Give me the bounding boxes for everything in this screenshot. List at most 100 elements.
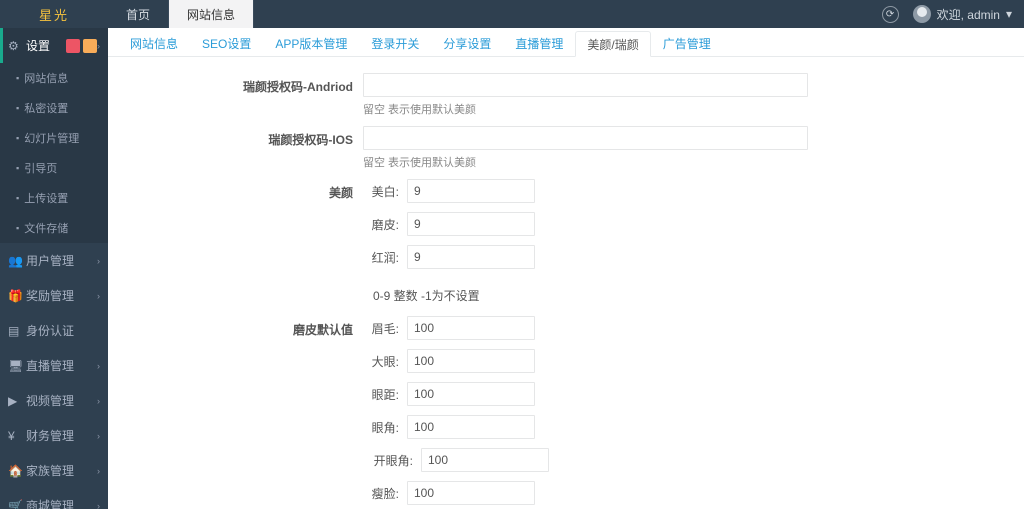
field-open-eye-corner: 开眼角:	[363, 448, 1024, 472]
chevron-right-icon: ›	[97, 501, 100, 509]
label-rosy: 红润:	[363, 249, 407, 266]
smoothing-input[interactable]	[407, 212, 535, 236]
sidebar-subitem-upload-settings[interactable]: ▪ 上传设置	[0, 183, 108, 213]
tab-live-management[interactable]: 直播管理	[503, 31, 575, 56]
main-content: 网站信息 SEO设置 APP版本管理 登录开关 分享设置 直播管理 美颜/瑞颜 …	[108, 28, 1024, 509]
gift-icon: 🎁	[8, 289, 24, 303]
sidebar-item-label-settings: 设置	[26, 37, 64, 54]
label-ios-key: 瑞颜授权码-IOS	[108, 126, 363, 148]
sidebar-subitem-label: 上传设置	[24, 190, 68, 206]
label-eyebrow: 眉毛:	[363, 320, 407, 337]
yuan-icon: ¥	[8, 429, 24, 443]
sidebar-item-family-management[interactable]: 🏠 家族管理 ›	[0, 453, 108, 488]
open-eye-corner-input[interactable]	[421, 448, 549, 472]
field-rosy: 红润:	[363, 245, 1024, 269]
beauty-settings-form: 瑞颜授权码-Andriod 留空 表示使用默认美颜 瑞颜授权码-IOS 留空 表…	[108, 57, 1024, 509]
sidebar-item-label: 用户管理	[26, 252, 97, 269]
sidebar-item-user-management[interactable]: 👥 用户管理 ›	[0, 243, 108, 278]
chevron-right-icon: ›	[97, 291, 100, 301]
app-root: 星光 首页 网站信息 ⟳ 欢迎, admin ▾ ⚙ 设置 › ▪	[0, 0, 1024, 509]
chevron-right-icon: ›	[97, 431, 100, 441]
cart-icon: 🛒	[8, 499, 24, 509]
tab-ad-management[interactable]: 广告管理	[651, 31, 723, 56]
user-menu[interactable]: 欢迎, admin ▾	[913, 5, 1012, 23]
sidebar-subitem-slideshow[interactable]: ▪ 幻灯片管理	[0, 123, 108, 153]
label-whitening: 美白:	[363, 183, 407, 200]
form-row-ios-key: 瑞颜授权码-IOS 留空 表示使用默认美颜	[108, 126, 1024, 170]
top-nav-tabs: 首页 网站信息	[108, 0, 254, 28]
label-beauty: 美颜	[108, 179, 363, 201]
tab-site-info[interactable]: 网站信息	[118, 31, 190, 56]
refresh-icon[interactable]: ⟳	[882, 6, 899, 23]
sidebar-subitem-guide-page[interactable]: ▪ 引导页	[0, 153, 108, 183]
sidebar-item-video-management[interactable]: ▶ 视频管理 ›	[0, 383, 108, 418]
sidebar-item-label: 商城管理	[26, 497, 97, 509]
top-bar-right: ⟳ 欢迎, admin ▾	[882, 0, 1024, 28]
android-key-input[interactable]	[363, 73, 808, 97]
sidebar-subitem-label: 私密设置	[24, 100, 68, 116]
content-tabs: 网站信息 SEO设置 APP版本管理 登录开关 分享设置 直播管理 美颜/瑞颜 …	[108, 28, 1024, 57]
label-open-eye-corner: 开眼角:	[363, 452, 421, 469]
sidebar-item-settings[interactable]: ⚙ 设置 ›	[0, 28, 108, 63]
field-smoothing: 磨皮:	[363, 212, 1024, 236]
field-eye-corner: 眼角:	[363, 415, 1024, 439]
label-eye-distance: 眼距:	[363, 386, 407, 403]
tab-login-switch[interactable]: 登录开关	[359, 31, 431, 56]
avatar	[913, 5, 931, 23]
bullet-icon: ▪	[16, 193, 19, 203]
label-eye-corner: 眼角:	[363, 419, 407, 436]
bullet-icon: ▪	[16, 223, 19, 233]
users-icon: 👥	[8, 254, 24, 268]
eye-distance-input[interactable]	[407, 382, 535, 406]
rosy-input[interactable]	[407, 245, 535, 269]
big-eyes-input[interactable]	[407, 349, 535, 373]
field-eyebrow: 眉毛:	[363, 316, 1024, 340]
ios-key-input[interactable]	[363, 126, 808, 150]
sidebar-subitem-file-storage[interactable]: ▪ 文件存储	[0, 213, 108, 243]
chevron-down-icon: ▾	[1006, 7, 1012, 21]
id-icon: ▤	[8, 324, 24, 338]
sidebar-subitem-label: 文件存储	[24, 220, 68, 236]
tab-app-version[interactable]: APP版本管理	[263, 31, 359, 56]
label-skin-defaults: 磨皮默认值	[108, 316, 363, 338]
sidebar-item-label: 财务管理	[26, 427, 97, 444]
sidebar-item-finance-management[interactable]: ¥ 财务管理 ›	[0, 418, 108, 453]
home-icon: 🏠	[8, 464, 24, 478]
hint-ios-key: 留空 表示使用默认美颜	[363, 154, 1024, 170]
sidebar-submenu-settings: ▪ 网站信息 ▪ 私密设置 ▪ 幻灯片管理 ▪ 引导页 ▪ 上传设置 ▪ 文件存…	[0, 63, 108, 243]
tab-share-settings[interactable]: 分享设置	[431, 31, 503, 56]
sidebar-item-label: 奖励管理	[26, 287, 97, 304]
chevron-right-icon: ›	[97, 466, 100, 476]
sidebar-subitem-site-info[interactable]: ▪ 网站信息	[0, 63, 108, 93]
brand-logo: 星光	[0, 0, 108, 28]
user-welcome-label: 欢迎, admin	[937, 6, 1000, 23]
sidebar-badges	[66, 39, 97, 53]
video-icon: ▶	[8, 394, 24, 408]
note-beauty-range: 0-9 整数 -1为不设置	[108, 287, 1024, 304]
status-badge-orange	[83, 39, 97, 53]
form-row-beauty: 美颜 美白: 磨皮: 红润:	[108, 179, 1024, 278]
top-bar: 星光 首页 网站信息 ⟳ 欢迎, admin ▾	[0, 0, 1024, 28]
whitening-input[interactable]	[407, 179, 535, 203]
sidebar-item-label: 直播管理	[26, 357, 97, 374]
top-tab-home[interactable]: 首页	[108, 0, 169, 28]
eye-corner-input[interactable]	[407, 415, 535, 439]
bullet-icon: ▪	[16, 133, 19, 143]
sidebar-subitem-label: 幻灯片管理	[24, 130, 79, 146]
chevron-right-icon: ›	[97, 396, 100, 406]
label-big-eyes: 大眼:	[363, 353, 407, 370]
sidebar-item-reward-management[interactable]: 🎁 奖励管理 ›	[0, 278, 108, 313]
label-smoothing: 磨皮:	[363, 216, 407, 233]
chevron-right-icon: ›	[97, 256, 100, 266]
sidebar-item-mall-management[interactable]: 🛒 商城管理 ›	[0, 488, 108, 509]
sidebar-subitem-label: 引导页	[24, 160, 57, 176]
sidebar-item-identity-verification[interactable]: ▤ 身份认证	[0, 313, 108, 348]
tab-seo-settings[interactable]: SEO设置	[190, 31, 263, 56]
slim-face-input[interactable]	[407, 481, 535, 505]
top-tab-site-info[interactable]: 网站信息	[169, 0, 254, 28]
sidebar-subitem-private-settings[interactable]: ▪ 私密设置	[0, 93, 108, 123]
sidebar-item-live-management[interactable]: 🖥 直播管理 ›	[0, 348, 108, 383]
bullet-icon: ▪	[16, 163, 19, 173]
eyebrow-input[interactable]	[407, 316, 535, 340]
tab-beauty[interactable]: 美颜/瑞颜	[575, 31, 650, 57]
